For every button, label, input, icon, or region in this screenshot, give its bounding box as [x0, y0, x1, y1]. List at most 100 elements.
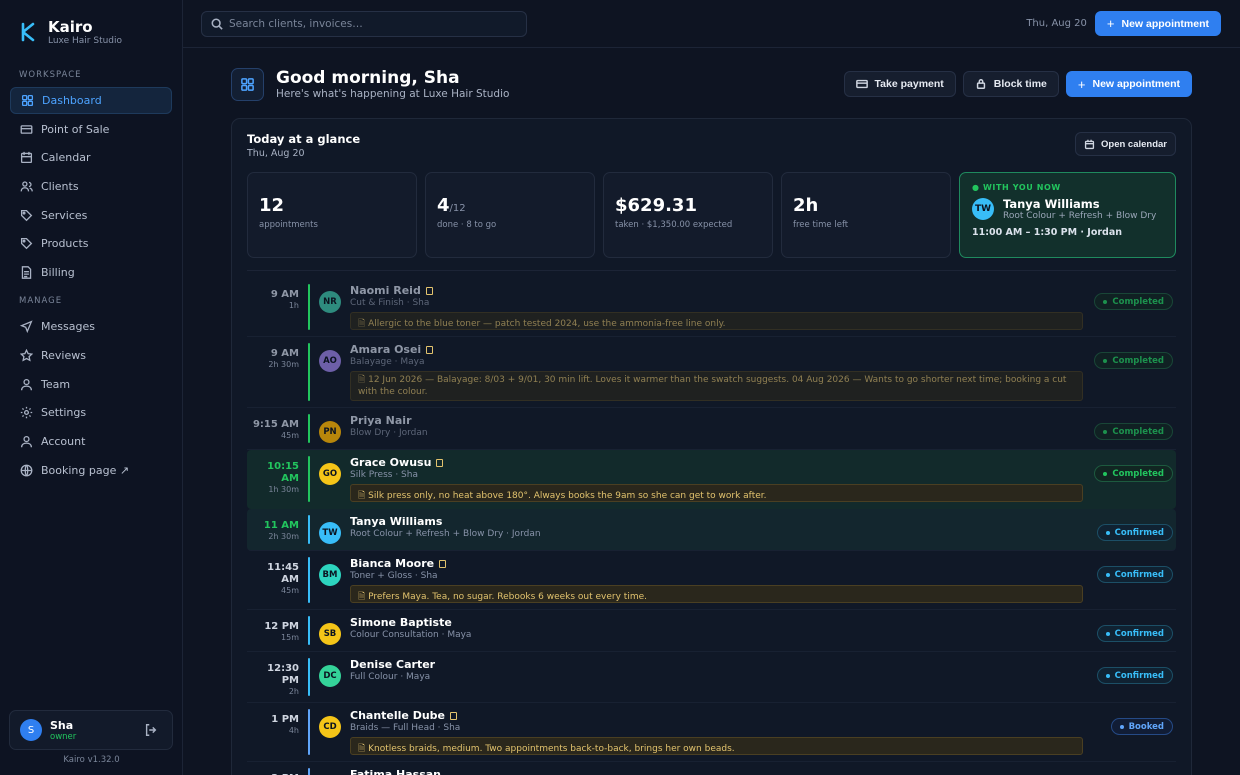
sidebar-item-products[interactable]: Products [10, 230, 172, 257]
appointment-row[interactable]: 9:15 AM 45m PN Priya Nair Blow Dry · Jordan C… [247, 408, 1176, 450]
stat-number: 12 [259, 195, 285, 216]
client-name-row: Bianca Moore [350, 557, 1176, 571]
appointment-duration: 2h [288, 687, 299, 696]
sidebar-item-reviews[interactable]: Reviews [10, 342, 172, 369]
client-note: 🗎 Knotless braids, medium. Two appointme… [350, 737, 1083, 755]
client-note-text: 12 Jun 2026 — Balayage: 8/03 + 9/01, 30 … [358, 375, 1067, 397]
sidebar-item-point-of-sale[interactable]: Point of Sale [10, 116, 172, 143]
appointment-time: 12 PM [264, 621, 299, 632]
calendar-icon [20, 152, 33, 164]
card-icon [20, 124, 33, 134]
client-name: Tanya Williams [350, 515, 443, 528]
status-label: Confirmed [1114, 670, 1164, 681]
brand-sub: Luxe Hair Studio [48, 35, 123, 46]
appointment-body: Fatima Hassan [350, 768, 1176, 775]
client-name: Fatima Hassan [350, 768, 442, 775]
appointment-time: 11 AM [263, 520, 299, 531]
appointment-time-col: 9 AM 2h 30m [247, 343, 299, 401]
manage-label: MANAGE [19, 296, 63, 307]
appointment-row[interactable]: 11 AM 2h 30m TW Tanya Williams Root Colour +… [247, 509, 1176, 551]
open-calendar-button[interactable]: Open calendar [1075, 132, 1176, 156]
status-label: Confirmed [1114, 628, 1164, 639]
status-dot [1105, 572, 1110, 577]
status-label: Confirmed [1114, 527, 1164, 538]
appointment-time: 1 PM [271, 714, 299, 725]
sidebar-item-services[interactable]: Services [10, 202, 172, 229]
appointment-service: Colour Consultation · Maya [350, 630, 472, 640]
avatar: NR [319, 291, 341, 313]
appointment-row[interactable]: 10:15 AM 1h 30m GO Grace Owusu Silk Press · … [247, 450, 1176, 509]
new-appointment-button[interactable]: + New appointment [1065, 71, 1192, 97]
client-note-text: Silk press only, no heat above 180°. Alw… [368, 491, 767, 501]
status-badge: Confirmed [1096, 667, 1173, 684]
sidebar-item-calendar[interactable]: Calendar [10, 144, 172, 171]
sidebar-item-booking-page[interactable]: Booking page ↗ [10, 457, 172, 484]
status-dot [1105, 530, 1110, 535]
appointment-time: 9 AM [270, 289, 299, 300]
sidebar-item-account[interactable]: Account [10, 428, 172, 455]
status-label: Completed [1112, 426, 1164, 437]
tag-icon [20, 238, 33, 250]
brand-name: Kairo [48, 17, 93, 36]
appointment-row[interactable]: 12:30 PM 2h DC Denise Carter Full Colour · M… [247, 652, 1176, 703]
sidebar-item-clients[interactable]: Clients [10, 173, 172, 200]
sidebar: Kairo Luxe Hair Studio WORKSPACE Dashboa… [0, 0, 183, 775]
star-icon [20, 348, 33, 362]
sidebar-item-label: Services [41, 208, 88, 222]
appointment-time-col: 9 AM 1h [247, 284, 299, 330]
with-you-now-card[interactable]: ● WITH YOU NOW TW Tanya Williams Root Co… [959, 172, 1176, 258]
appointment-duration: 45m [281, 431, 299, 440]
search-input[interactable] [229, 17, 509, 30]
sidebar-item-team[interactable]: Team [10, 371, 172, 398]
appointment-duration: 4h [288, 726, 299, 735]
appointment-service: Balayage · Maya [350, 357, 425, 367]
page-header: Good morning, Sha Here's what's happenin… [231, 67, 1192, 101]
user-card[interactable]: S Sha owner [9, 710, 173, 750]
new-appointment-button-top[interactable]: + New appointment [1094, 11, 1221, 36]
appointment-time: 9 AM [270, 348, 299, 359]
status-dot [1105, 673, 1110, 678]
logout-icon[interactable] [144, 723, 158, 737]
avatar: TW [319, 522, 341, 544]
status-dot [1105, 631, 1110, 636]
appointment-row[interactable]: 9 AM 1h NR Naomi Reid Cut & Finish · Sha 🗎 Al… [247, 278, 1176, 337]
take-payment-button[interactable]: Take payment [843, 71, 956, 97]
client-name-row: Denise Carter [350, 658, 1176, 672]
status-label: Confirmed [1114, 569, 1164, 580]
appointment-service: Cut & Finish · Sha [350, 298, 430, 308]
stat-number: 2h [793, 195, 819, 216]
sidebar-item-label: Booking page ↗ [41, 463, 130, 477]
note-icon [426, 346, 434, 354]
appointment-row[interactable]: 2 PMFHFatima HassanBooked [247, 762, 1176, 775]
appointment-duration: 15m [281, 633, 299, 642]
status-badge: Booked [1110, 718, 1173, 735]
avatar: CD [319, 716, 341, 738]
calendar-icon [1084, 139, 1095, 149]
sidebar-item-messages[interactable]: Messages [10, 313, 172, 340]
block-time-button[interactable]: Block time [962, 71, 1059, 97]
globe-icon [20, 464, 33, 476]
client-note: 🗎 Silk press only, no heat above 180°. A… [350, 484, 1083, 502]
sidebar-item-billing[interactable]: Billing [10, 259, 172, 286]
brand: Kairo Luxe Hair Studio [0, 0, 182, 48]
sidebar-item-label: Point of Sale [41, 122, 110, 136]
appointment-body: Chantelle Dube Braids — Full Head · Sha 🗎 … [350, 709, 1176, 755]
status-bar [308, 616, 310, 645]
avatar: S [20, 719, 42, 741]
lock-icon [976, 79, 985, 90]
appointment-body: Amara Osei Balayage · Maya 🗎 12 Jun 2026 —… [350, 343, 1176, 401]
appointment-row[interactable]: 1 PM 4h CD Chantelle Dube Braids — Full Head… [247, 703, 1176, 762]
stat-label: appointments [259, 220, 318, 230]
sidebar-item-settings[interactable]: Settings [10, 399, 172, 426]
tag-icon [20, 209, 33, 222]
sidebar-item-dashboard[interactable]: Dashboard [10, 87, 172, 114]
appointment-row[interactable]: 9 AM 2h 30m AO Amara Osei Balayage · Maya 🗎 1… [247, 337, 1176, 408]
appointment-time-col: 1 PM 4h [247, 709, 299, 755]
appointment-row[interactable]: 11:45 AM 45m BM Bianca Moore Toner + Gloss ·… [247, 551, 1176, 610]
kairo-logo-icon [21, 22, 35, 42]
client-name: Priya Nair [350, 414, 412, 427]
open-calendar-label: Open calendar [1101, 138, 1167, 150]
search-box[interactable] [201, 10, 527, 37]
appointment-row[interactable]: 12 PM 15m SB Simone Baptiste Colour Consulta… [247, 610, 1176, 652]
client-name-row: Fatima Hassan [350, 768, 1176, 775]
